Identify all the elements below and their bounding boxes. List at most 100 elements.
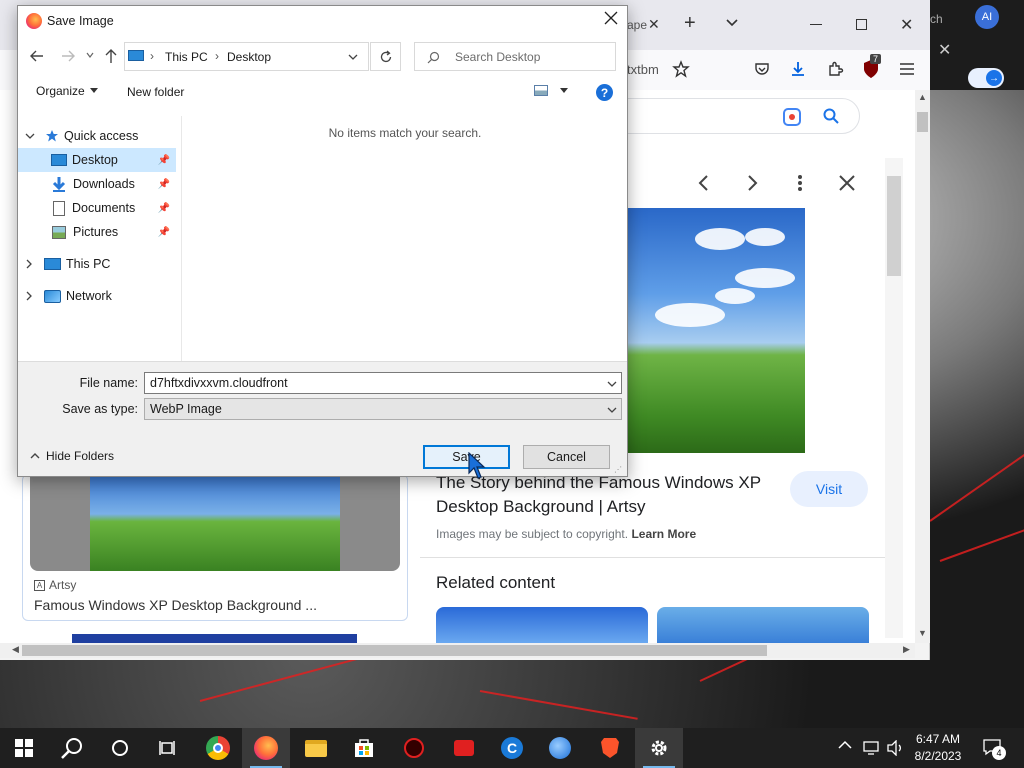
folder-icon (305, 739, 327, 757)
taskbar-search-button[interactable] (48, 728, 96, 768)
resize-grip-icon[interactable]: ⋰ (614, 465, 622, 474)
dialog-footer: File name: d7hftxdivxxvm.cloudfront Save… (18, 361, 627, 476)
dialog-titlebar[interactable]: Save Image (18, 6, 627, 36)
network-tray-icon[interactable] (862, 740, 880, 756)
horizontal-scrollbar-thumb[interactable] (22, 645, 767, 656)
related-thumb-1[interactable] (436, 607, 648, 643)
show-hidden-icons[interactable] (838, 740, 852, 750)
preview-image[interactable] (625, 208, 805, 453)
nav-pictures[interactable]: Pictures 📌 (18, 220, 176, 244)
next-image-icon[interactable] (744, 174, 760, 192)
pin-icon[interactable]: 📌 (158, 203, 170, 214)
volume-icon[interactable] (886, 740, 904, 756)
search-icon[interactable] (822, 107, 840, 125)
ublock-icon[interactable]: 7 (860, 54, 882, 80)
new-tab-icon[interactable]: + (684, 12, 696, 35)
dialog-close-icon[interactable] (604, 11, 618, 25)
cancel-button[interactable]: Cancel (523, 445, 610, 469)
card-title[interactable]: Famous Windows XP Desktop Background ... (34, 597, 317, 613)
save-as-type-select[interactable]: WebP Image (144, 398, 622, 420)
file-list[interactable]: No items match your search. (181, 116, 627, 361)
scroll-up-icon[interactable]: ▲ (918, 92, 927, 102)
downloads-icon[interactable] (787, 58, 809, 80)
nav-documents[interactable]: Documents 📌 (18, 196, 176, 220)
tab-partial-title[interactable]: ape (627, 18, 647, 32)
start-button[interactable] (0, 728, 48, 768)
tab-close-icon[interactable]: ✕ (648, 16, 660, 33)
visit-button[interactable]: Visit (790, 471, 868, 507)
clock[interactable]: 6:47 AM 8/2/2023 (908, 731, 968, 765)
search-box[interactable]: Search Desktop (414, 42, 616, 71)
related-thumb-2[interactable] (657, 607, 869, 643)
window-close-icon[interactable]: ✕ (900, 15, 913, 35)
nav-downloads[interactable]: Downloads 📌 (18, 172, 176, 196)
up-icon[interactable] (104, 48, 118, 64)
hide-folders-button[interactable]: Hide Folders (30, 449, 114, 463)
prev-image-icon[interactable] (696, 174, 712, 192)
second-window-close-icon[interactable]: ✕ (938, 40, 951, 60)
lens-icon[interactable] (782, 107, 802, 127)
google-search-bar[interactable] (600, 98, 860, 134)
learn-more-link[interactable]: Learn More (631, 527, 696, 541)
save-button[interactable]: Save (423, 445, 510, 469)
taskbar-globe-app[interactable] (536, 728, 584, 768)
taskbar-app-red[interactable] (390, 728, 438, 768)
page-scrollbar-thumb[interactable] (917, 112, 928, 132)
forward-icon[interactable] (61, 49, 75, 63)
task-view-button[interactable] (144, 728, 192, 768)
url-partial[interactable]: txtbm (627, 62, 659, 77)
cortana-button[interactable] (96, 728, 144, 768)
taskbar-brave[interactable] (586, 728, 634, 768)
taskbar-recorder[interactable] (440, 728, 488, 768)
page-scrollbar[interactable] (915, 90, 930, 643)
recent-locations-icon[interactable] (86, 51, 94, 59)
breadcrumb-this-pc[interactable]: This PC (165, 50, 208, 64)
file-name-field[interactable]: d7hftxdivxxvm.cloudfront (144, 372, 622, 394)
panel-scrollbar-thumb[interactable] (887, 176, 901, 276)
bookmark-star-icon[interactable] (670, 58, 692, 80)
scroll-down-icon[interactable]: ▼ (918, 628, 927, 638)
breadcrumb-desktop[interactable]: Desktop (227, 50, 271, 64)
avatar[interactable]: AI (975, 5, 999, 29)
organize-button[interactable]: Organize (36, 84, 98, 98)
taskbar-chrome[interactable] (194, 728, 242, 768)
other-tab-partial[interactable]: ch (930, 12, 943, 26)
address-dropdown-icon[interactable] (348, 53, 358, 61)
nav-desktop[interactable]: Desktop 📌 (18, 148, 176, 172)
pin-icon[interactable]: 📌 (158, 155, 170, 166)
pin-icon[interactable]: 📌 (158, 179, 170, 190)
address-bar[interactable]: › This PC › Desktop (124, 42, 369, 71)
taskbar-firefox[interactable] (242, 728, 290, 768)
taskbar-file-explorer[interactable] (292, 728, 340, 768)
help-icon[interactable]: ? (596, 84, 613, 101)
extensions-icon[interactable] (824, 58, 846, 80)
new-folder-button[interactable]: New folder (127, 85, 184, 99)
collapse-icon (26, 291, 32, 301)
result-card-image[interactable] (90, 476, 340, 571)
scroll-right-icon[interactable]: ▶ (903, 644, 910, 655)
file-name-dropdown-icon[interactable] (607, 380, 617, 388)
maximize-icon[interactable] (856, 19, 867, 30)
taskbar-store[interactable] (340, 728, 388, 768)
action-center-button[interactable]: 4 (982, 738, 1006, 760)
view-options-icon[interactable] (534, 85, 568, 96)
close-panel-icon[interactable] (838, 174, 856, 192)
result-title[interactable]: The Story behind the Famous Windows XP D… (436, 471, 786, 519)
minimize-icon[interactable] (810, 24, 822, 25)
nav-this-pc[interactable]: This PC (18, 252, 176, 276)
next-card-image[interactable] (72, 634, 357, 643)
type-dropdown-icon[interactable] (607, 406, 617, 414)
nav-network[interactable]: Network (18, 284, 176, 308)
menu-icon[interactable] (896, 58, 918, 80)
scroll-left-icon[interactable]: ◀ (12, 644, 19, 655)
back-icon[interactable] (30, 49, 44, 63)
nav-quick-access[interactable]: Quick access (18, 124, 176, 148)
more-options-icon[interactable] (797, 174, 803, 192)
meet-button[interactable]: → (968, 68, 1004, 88)
taskbar-settings[interactable] (635, 728, 683, 768)
pin-icon[interactable]: 📌 (158, 227, 170, 238)
pocket-icon[interactable] (751, 58, 773, 80)
taskbar-ccleaner[interactable]: C (488, 728, 536, 768)
refresh-icon[interactable] (370, 42, 401, 71)
list-tabs-icon[interactable] (724, 14, 740, 30)
